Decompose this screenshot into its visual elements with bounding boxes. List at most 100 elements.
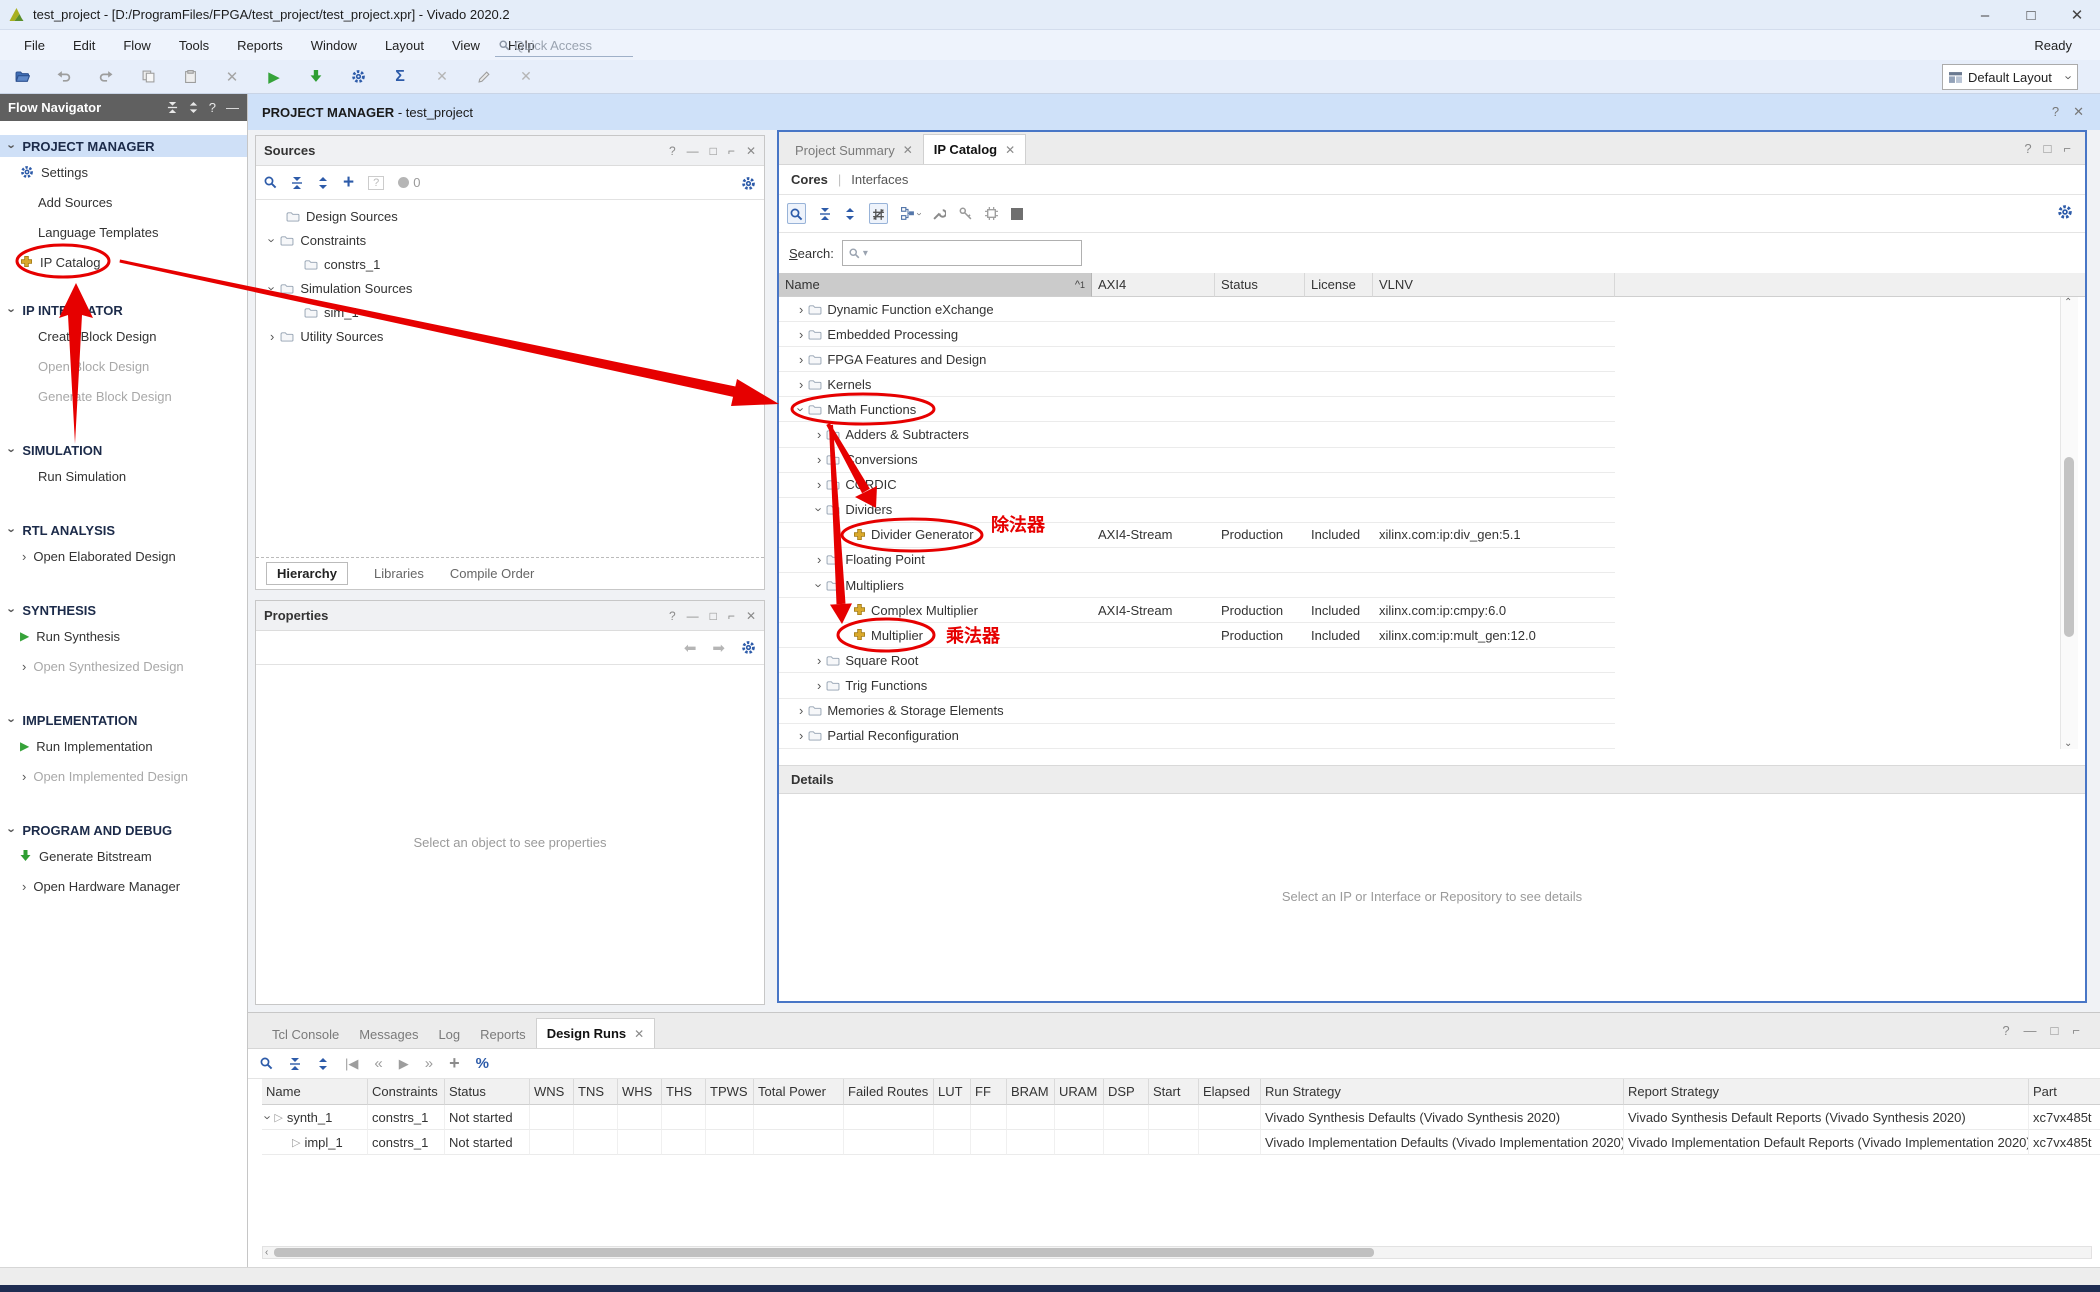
close-icon[interactable]: ✕ [746, 609, 756, 623]
help-icon[interactable]: ? [2052, 104, 2059, 120]
maximize-icon[interactable]: □ [2051, 1023, 2059, 1038]
menu-file[interactable]: File [10, 30, 59, 60]
chevron-right-icon[interactable]: › [270, 330, 274, 343]
tree-item-conversions[interactable]: ›Conversions [779, 448, 2085, 473]
close-icon[interactable]: ✕ [903, 143, 913, 157]
subtab-cores[interactable]: Cores [791, 172, 828, 187]
collapse-all-icon[interactable] [819, 208, 831, 220]
float-icon[interactable]: ⌐ [2072, 1023, 2080, 1038]
minimize-icon[interactable]: – [1962, 0, 2008, 30]
add-sources-button[interactable]: + [343, 172, 354, 194]
column-status[interactable]: Status [1215, 273, 1305, 297]
add-run-button[interactable]: + [449, 1053, 460, 1074]
menu-edit[interactable]: Edit [59, 30, 109, 60]
sidebar-item-run-synthesis[interactable]: ▶Run Synthesis [0, 621, 247, 651]
layout-selector[interactable]: Default Layout › [1942, 64, 2078, 90]
tree-item-complex-multiplier[interactable]: Complex MultiplierAXI4-StreamProductionI… [779, 598, 2085, 623]
filter-properties-button[interactable] [869, 203, 888, 224]
sidebar-item-create-block-design[interactable]: Create Block Design [0, 321, 247, 351]
back-arrow-icon[interactable]: ⬅ [684, 639, 697, 657]
tab-reports[interactable]: Reports [470, 1020, 536, 1048]
column-report-strategy[interactable]: Report Strategy [1624, 1079, 2029, 1105]
float-icon[interactable]: ⌐ [2063, 141, 2071, 156]
column-start[interactable]: Start [1149, 1079, 1199, 1105]
tree-item-square-root[interactable]: ›Square Root [779, 648, 2085, 673]
section-synthesis[interactable]: ›SYNTHESIS [0, 599, 247, 621]
sidebar-item-run-implementation[interactable]: ▶Run Implementation [0, 731, 247, 761]
column-dsp[interactable]: DSP [1104, 1079, 1149, 1105]
sidebar-item-open-elaborated-design[interactable]: ›Open Elaborated Design [0, 541, 247, 571]
sidebar-item-open-hardware-manager[interactable]: ›Open Hardware Manager [0, 871, 247, 901]
subtab-interfaces[interactable]: Interfaces [851, 172, 908, 187]
column-status[interactable]: Status [445, 1079, 530, 1105]
tab-ip-catalog[interactable]: IP Catalog✕ [923, 134, 1026, 164]
menu-flow[interactable]: Flow [109, 30, 164, 60]
open-project-button[interactable] [10, 65, 34, 89]
gear-icon[interactable] [2057, 204, 2073, 220]
tree-item-partial-reconfiguration[interactable]: ›Partial Reconfiguration [779, 724, 2085, 749]
tab-project-summary[interactable]: Project Summary✕ [785, 136, 923, 164]
tree-item-constraints[interactable]: ›Constraints [256, 228, 764, 252]
column-license[interactable]: License [1305, 273, 1373, 297]
close-icon[interactable]: ✕ [2054, 0, 2100, 30]
expand-all-icon[interactable] [844, 208, 856, 220]
minimize-icon[interactable]: — [2024, 1023, 2037, 1038]
maximize-icon[interactable]: □ [710, 144, 717, 158]
column-name[interactable]: Name [262, 1079, 368, 1105]
delete-button[interactable]: ✕ [220, 65, 244, 89]
chevron-down-icon[interactable]: › [266, 238, 279, 242]
tree-item-kernels[interactable]: ›Kernels [779, 372, 2085, 397]
tree-item-dynamic-function-exchange[interactable]: ›Dynamic Function eXchange [779, 297, 2085, 322]
help-icon[interactable]: ? [2024, 141, 2031, 156]
generate-bitstream-toolbar-button[interactable] [304, 65, 328, 89]
sum-report-button[interactable]: Σ [388, 65, 412, 89]
close-icon[interactable]: ✕ [2073, 104, 2084, 120]
abort-button[interactable]: ✕ [514, 65, 538, 89]
gear-icon[interactable] [741, 176, 756, 191]
tree-item-adders-subtracters[interactable]: ›Adders & Subtracters [779, 422, 2085, 447]
step-back-icon[interactable]: « [374, 1055, 382, 1072]
run-button[interactable]: ▶ [262, 65, 286, 89]
redo-button[interactable] [94, 65, 118, 89]
tree-item-math-functions[interactable]: ›Math Functions [779, 397, 2085, 422]
expand-all-icon[interactable] [317, 177, 329, 189]
edit-button[interactable] [472, 65, 496, 89]
wrench-icon[interactable] [933, 207, 946, 220]
tab-compile-order[interactable]: Compile Order [450, 566, 535, 581]
collapse-all-icon[interactable] [289, 1058, 301, 1070]
quick-access-input[interactable]: Quick Access [495, 34, 633, 57]
tree-item-dividers[interactable]: ›Dividers [779, 498, 2085, 523]
column-tpws[interactable]: TPWS [706, 1079, 754, 1105]
menu-view[interactable]: View [438, 30, 494, 60]
horizontal-scrollbar[interactable]: ‹ [262, 1246, 2092, 1259]
group-by-button[interactable]: › [901, 207, 920, 220]
tab-hierarchy[interactable]: Hierarchy [266, 562, 348, 585]
help-icon[interactable]: ? [209, 100, 216, 115]
cancel-run-button[interactable]: ✕ [430, 65, 454, 89]
tree-item-fpga-features[interactable]: ›FPGA Features and Design [779, 347, 2085, 372]
maximize-icon[interactable]: □ [2008, 0, 2054, 30]
close-icon[interactable]: ✕ [1005, 143, 1015, 157]
section-implementation[interactable]: ›IMPLEMENTATION [0, 709, 247, 731]
sidebar-item-settings[interactable]: Settings [0, 157, 247, 187]
tab-log[interactable]: Log [428, 1020, 470, 1048]
menu-window[interactable]: Window [297, 30, 371, 60]
forward-arrow-icon[interactable]: ➡ [712, 639, 725, 657]
minimize-icon[interactable]: — [687, 609, 699, 623]
column-name[interactable]: Name^1 [779, 273, 1092, 297]
tab-libraries[interactable]: Libraries [374, 566, 424, 581]
section-simulation[interactable]: ›SIMULATION [0, 439, 247, 461]
column-ths[interactable]: THS [662, 1079, 706, 1105]
section-ip-integrator[interactable]: ›IP INTEGRATOR [0, 299, 247, 321]
minimize-icon[interactable]: — [687, 144, 699, 158]
search-toggle-button[interactable] [787, 203, 806, 224]
tree-item-utility-sources[interactable]: ›Utility Sources [256, 324, 764, 348]
column-total-power[interactable]: Total Power [754, 1079, 844, 1105]
collapse-all-icon[interactable] [291, 177, 303, 189]
copy-button[interactable] [136, 65, 160, 89]
section-program-and-debug[interactable]: ›PROGRAM AND DEBUG [0, 819, 247, 841]
column-bram[interactable]: BRAM [1007, 1079, 1055, 1105]
run-row-synth-1[interactable]: ›▷synth_1 constrs_1 Not started Vivado S… [248, 1105, 2100, 1130]
run-row-impl-1[interactable]: ▷impl_1 constrs_1 Not started Vivado Imp… [248, 1130, 2100, 1155]
percent-icon[interactable]: % [476, 1055, 489, 1072]
